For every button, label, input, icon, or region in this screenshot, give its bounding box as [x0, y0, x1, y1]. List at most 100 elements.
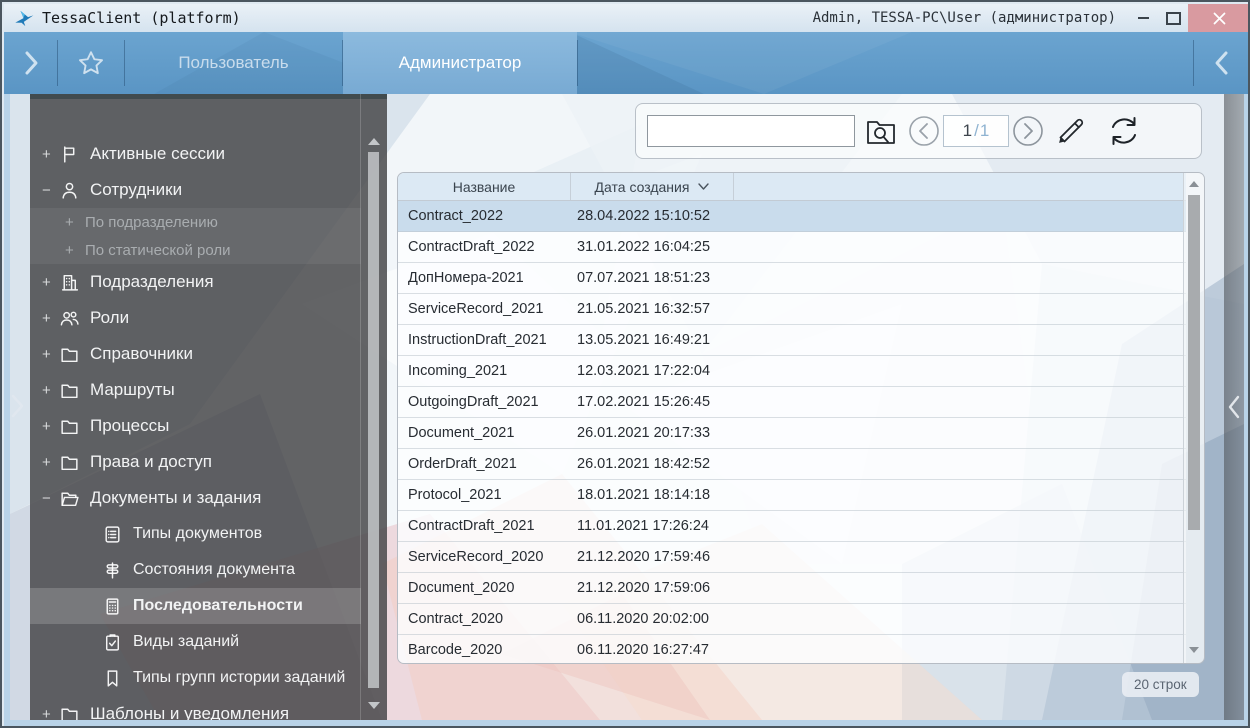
app-logo-icon [13, 7, 35, 29]
sidebar-item-document-types[interactable]: Типы документов [30, 516, 361, 552]
sidebar-item-by-static-role[interactable]: +По статической роли [30, 236, 361, 264]
nav-back-button[interactable] [1194, 32, 1250, 94]
tree-expander-icon[interactable]: + [42, 455, 59, 470]
doc-list-icon [102, 524, 133, 545]
next-page-button[interactable] [1011, 115, 1045, 147]
column-header-name[interactable]: Название [398, 173, 570, 200]
search-in-view-button[interactable] [855, 114, 907, 148]
close-button[interactable] [1188, 4, 1250, 32]
view-toolbar: 1 / 1 [635, 103, 1202, 159]
row-count-badge: 20 строк [1122, 672, 1199, 697]
folder-icon [59, 416, 90, 437]
sidebar-item-document-states[interactable]: Состояния документа [30, 552, 361, 588]
maximize-button[interactable] [1158, 4, 1188, 32]
table-row[interactable]: Document_202021.12.2020 17:59:06 [398, 573, 1186, 604]
cell-created-date: 18.01.2021 18:14:18 [570, 480, 710, 510]
tree-expander-icon[interactable]: − [42, 183, 59, 198]
tree-expander-icon[interactable]: + [42, 383, 59, 398]
chevron-right-icon [9, 392, 25, 420]
sidebar-item-label: По статической роли [85, 242, 231, 259]
sidebar-scrollbar-thumb[interactable] [368, 152, 379, 688]
cell-created-date: 11.01.2021 17:26:24 [570, 511, 709, 541]
tree-expander-icon[interactable]: − [42, 491, 59, 506]
cell-name: Protocol_2021 [398, 480, 570, 510]
table-row[interactable]: Barcode_202006.11.2020 16:27:47 [398, 635, 1186, 664]
tab-user[interactable]: Пользователь [125, 32, 342, 94]
sidebar-item-departments[interactable]: +Подразделения [30, 264, 361, 300]
table-row[interactable]: ДопНомера-202107.07.2021 18:51:23 [398, 263, 1186, 294]
sidebar-item-routes[interactable]: +Маршруты [30, 372, 361, 408]
tab-admin[interactable]: Администратор [343, 32, 577, 94]
table-scrollbar[interactable] [1183, 173, 1204, 663]
sidebar-item-templates-notifications[interactable]: + Шаблоны и уведомления [30, 696, 361, 720]
table-row[interactable]: OrderDraft_202126.01.2021 18:42:52 [398, 449, 1186, 480]
cell-name: Barcode_2020 [398, 635, 570, 664]
refresh-button[interactable] [1097, 113, 1151, 149]
sidebar-item-roles[interactable]: +Роли [30, 300, 361, 336]
refresh-icon [1105, 113, 1143, 149]
cell-name: OutgoingDraft_2021 [398, 387, 570, 417]
table-scrollbar-thumb[interactable] [1188, 195, 1200, 530]
scroll-down-arrow[interactable] [368, 702, 380, 709]
table-row[interactable]: Document_202126.01.2021 20:17:33 [398, 418, 1186, 449]
scroll-up-arrow[interactable] [1189, 181, 1199, 187]
nav-forward-button[interactable] [4, 32, 57, 94]
cell-created-date: 13.05.2021 16:49:21 [570, 325, 710, 355]
sidebar-item-label: Типы групп истории заданий [133, 669, 345, 687]
sidebar-item-processes[interactable]: +Процессы [30, 408, 361, 444]
tree-expander-icon[interactable]: + [42, 147, 59, 162]
cell-name: Document_2021 [398, 418, 570, 448]
sidebar-item-task-history-group-types[interactable]: Типы групп истории заданий [30, 660, 361, 696]
cell-name: OrderDraft_2021 [398, 449, 570, 479]
table-row[interactable]: InstructionDraft_202113.05.2021 16:49:21 [398, 325, 1186, 356]
tree-expander-icon[interactable]: + [42, 311, 59, 326]
column-header-label: Дата создания [595, 179, 690, 195]
sidebar-item-rights-access[interactable]: +Права и доступ [30, 444, 361, 480]
sidebar-item-dictionaries[interactable]: + Справочники [30, 336, 361, 372]
close-icon [1213, 12, 1226, 25]
table-row[interactable]: Protocol_202118.01.2021 18:14:18 [398, 480, 1186, 511]
chevron-right-icon [23, 50, 39, 76]
left-panel-expander[interactable] [6, 390, 28, 422]
window-border-bottom [4, 720, 1250, 728]
tree-expander-icon[interactable]: + [65, 215, 85, 230]
sidebar-item-active-sessions[interactable]: +Активные сессии [30, 136, 361, 172]
scroll-down-arrow[interactable] [1189, 647, 1199, 653]
page-separator: / [974, 121, 979, 141]
table-row[interactable]: ContractDraft_202231.01.2022 16:04:25 [398, 232, 1186, 263]
table-row[interactable]: Contract_202228.04.2022 15:10:52 [398, 201, 1186, 232]
table-row[interactable]: ServiceRecord_202021.12.2020 17:59:46 [398, 542, 1186, 573]
prev-page-button[interactable] [907, 115, 941, 147]
sidebar-scrollbar[interactable] [360, 94, 387, 720]
tree-expander-icon[interactable]: + [65, 243, 85, 258]
sidebar-item-by-department[interactable]: +По подразделению [30, 208, 361, 236]
tabbar: ПользовательАдминистратор [4, 32, 1250, 94]
tree-expander-icon[interactable]: + [42, 419, 59, 434]
sidebar-item-label: Справочники [90, 344, 193, 364]
search-input[interactable] [647, 115, 855, 147]
table-row[interactable]: Contract_202006.11.2020 20:02:00 [398, 604, 1186, 635]
cell-created-date: 26.01.2021 18:42:52 [570, 449, 710, 479]
sidebar-item-task-kinds[interactable]: Виды заданий [30, 624, 361, 660]
sidebar-item-sequences[interactable]: Последовательности [30, 588, 361, 624]
minimize-button[interactable] [1128, 4, 1158, 32]
sidebar-item-employees[interactable]: −Сотрудники [30, 172, 361, 208]
window-title: TessaClient (platform) [42, 9, 241, 27]
cell-name: Contract_2022 [398, 201, 570, 231]
tree-expander-icon[interactable]: + [42, 347, 59, 362]
column-header-created[interactable]: Дата создания [570, 173, 734, 200]
tree-expander-icon[interactable]: + [42, 707, 59, 721]
cell-name: Document_2020 [398, 573, 570, 603]
sidebar-item-label: Шаблоны и уведомления [90, 704, 289, 720]
tree-expander-icon[interactable]: + [42, 275, 59, 290]
scroll-up-arrow[interactable] [368, 138, 380, 145]
right-panel-expander[interactable] [1224, 94, 1244, 720]
favorites-button[interactable] [58, 32, 124, 94]
column-header-label: Название [453, 179, 516, 195]
table-row[interactable]: ServiceRecord_202121.05.2021 16:32:57 [398, 294, 1186, 325]
table-row[interactable]: Incoming_202112.03.2021 17:22:04 [398, 356, 1186, 387]
edit-button[interactable] [1045, 113, 1097, 149]
table-row[interactable]: OutgoingDraft_202117.02.2021 15:26:45 [398, 387, 1186, 418]
table-row[interactable]: ContractDraft_202111.01.2021 17:26:24 [398, 511, 1186, 542]
sidebar-item-docs-and-tasks[interactable]: −Документы и задания [30, 480, 361, 516]
